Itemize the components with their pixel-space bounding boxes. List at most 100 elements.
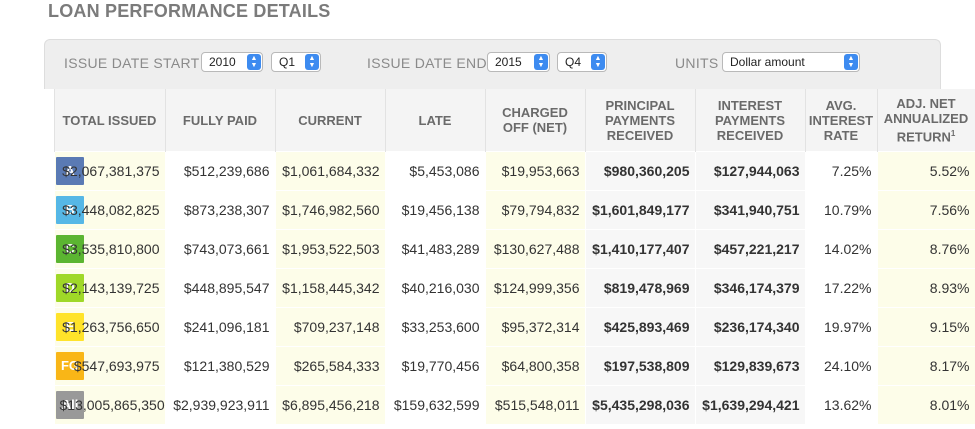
table-cell: 24.10% xyxy=(805,346,878,386)
table-cell: $1,746,982,560 xyxy=(275,190,386,230)
grade-column-header xyxy=(44,89,55,152)
grade-cell: FG xyxy=(44,346,84,386)
table-cell: $1,158,445,342 xyxy=(275,268,386,308)
table-cell: $425,893,469 xyxy=(585,307,696,347)
table-cell: 8.17% xyxy=(877,346,975,386)
table-cell: 8.01% xyxy=(877,385,975,424)
column-header: FULLY PAID xyxy=(165,89,276,152)
table-cell: 9.15% xyxy=(877,307,975,347)
end-year-select[interactable]: 2015 ▲ ▼ xyxy=(487,52,550,72)
grade-cell: C xyxy=(44,229,84,269)
column-header: INTEREST PAYMENTS RECEIVED xyxy=(695,89,806,152)
table-cell: $457,221,217 xyxy=(695,229,806,269)
table-cell: 13.62% xyxy=(805,385,878,424)
table-cell: $346,174,379 xyxy=(695,268,806,308)
table-row: E$1,263,756,650$241,096,181$709,237,148$… xyxy=(44,307,975,347)
table-row: A$2,067,381,375$512,239,686$1,061,684,33… xyxy=(44,151,975,191)
column-header: TOTAL ISSUED xyxy=(54,89,166,152)
table-row: B$3,448,082,825$873,238,307$1,746,982,56… xyxy=(44,190,975,230)
table-cell: $980,360,205 xyxy=(585,151,696,191)
select-arrows-icon: ▲ ▼ xyxy=(534,54,548,70)
table-header-row: TOTAL ISSUED FULLY PAID CURRENT LATE CHA… xyxy=(44,89,975,152)
table-cell: $236,174,340 xyxy=(695,307,806,347)
units-label: UNITS xyxy=(675,55,719,71)
loan-performance-table: TOTAL ISSUED FULLY PAID CURRENT LATE CHA… xyxy=(44,89,975,424)
table-cell: $41,483,289 xyxy=(385,229,486,269)
table-cell: $743,073,661 xyxy=(165,229,276,269)
grade-cell: E xyxy=(44,307,84,347)
table-cell: $79,794,832 xyxy=(485,190,586,230)
table-cell: $341,940,751 xyxy=(695,190,806,230)
table-row: All$13,005,865,350$2,939,923,911$6,895,4… xyxy=(44,385,975,424)
table-cell: $5,453,086 xyxy=(385,151,486,191)
table-cell: $512,239,686 xyxy=(165,151,276,191)
select-arrows-icon: ▲ ▼ xyxy=(305,54,319,70)
table-cell: $95,372,314 xyxy=(485,307,586,347)
table-cell: $197,538,809 xyxy=(585,346,696,386)
column-header-label: ADJ. NET ANNUALIZED RETURN xyxy=(883,95,969,145)
table-cell: 17.22% xyxy=(805,268,878,308)
table-cell: 8.76% xyxy=(877,229,975,269)
table-cell: $124,999,356 xyxy=(485,268,586,308)
table-cell: $19,456,138 xyxy=(385,190,486,230)
select-arrows-icon: ▲ ▼ xyxy=(844,54,858,70)
table-cell: 7.25% xyxy=(805,151,878,191)
grade-cell: All xyxy=(44,385,84,424)
select-arrows-icon: ▲ ▼ xyxy=(247,54,261,70)
table-cell: $5,435,298,036 xyxy=(585,385,696,424)
table-cell: $127,944,063 xyxy=(695,151,806,191)
start-year-select[interactable]: 2010 ▲ ▼ xyxy=(201,52,263,72)
column-header: LATE xyxy=(385,89,486,152)
table-cell: 5.52% xyxy=(877,151,975,191)
start-year-value: 2010 xyxy=(209,55,236,69)
end-quarter-value: Q4 xyxy=(565,55,582,69)
table-cell: $709,237,148 xyxy=(275,307,386,347)
table-cell: $1,061,684,332 xyxy=(275,151,386,191)
column-header: AVG. INTEREST RATE xyxy=(805,89,878,152)
page-title: LOAN PERFORMANCE DETAILS xyxy=(48,1,331,21)
table-cell: 7.56% xyxy=(877,190,975,230)
table-row: C$3,535,810,800$743,073,661$1,953,522,50… xyxy=(44,229,975,269)
table-cell: 8.93% xyxy=(877,268,975,308)
table-cell: $1,601,849,177 xyxy=(585,190,696,230)
table-cell: $515,548,011 xyxy=(485,385,586,424)
column-header: PRINCIPAL PAYMENTS RECEIVED xyxy=(585,89,696,152)
units-value: Dollar amount xyxy=(730,55,805,69)
grade-cell: B xyxy=(44,190,84,230)
table-cell: 19.97% xyxy=(805,307,878,347)
table-row: FG $547,693,975 $121,380,529 $265,584,333 $1… xyxy=(44,346,975,386)
start-quarter-value: Q1 xyxy=(279,55,296,69)
table-cell: $121,380,529 xyxy=(165,346,276,386)
grade-cell: A xyxy=(44,151,84,191)
table-cell: $19,953,663 xyxy=(485,151,586,191)
footnote-marker: 1 xyxy=(950,128,956,138)
table-cell: $64,800,358 xyxy=(485,346,586,386)
grade-cell: D xyxy=(44,268,84,308)
table-cell: $1,639,294,421 xyxy=(695,385,806,424)
table-cell: $40,216,030 xyxy=(385,268,486,308)
end-quarter-select[interactable]: Q4 ▲ ▼ xyxy=(557,52,607,72)
table-cell: $241,096,181 xyxy=(165,307,276,347)
issue-date-end-label: ISSUE DATE END xyxy=(367,55,487,71)
table-cell: $1,410,177,407 xyxy=(585,229,696,269)
table-cell: $265,584,333 xyxy=(275,346,386,386)
table-cell: $6,895,456,218 xyxy=(275,385,386,424)
filter-panel: ISSUE DATE START 2010 ▲ ▼ Q1 ▲ ▼ ISSUE DAT… xyxy=(44,39,941,90)
table-cell: $159,632,599 xyxy=(385,385,486,424)
select-arrows-icon: ▲ ▼ xyxy=(591,54,605,70)
start-quarter-select[interactable]: Q1 ▲ ▼ xyxy=(271,52,321,72)
column-header-adj-return: ADJ. NET ANNUALIZED RETURN1 xyxy=(877,89,975,152)
column-header: CURRENT xyxy=(275,89,386,152)
table-cell: 14.02% xyxy=(805,229,878,269)
table-cell: $130,627,488 xyxy=(485,229,586,269)
units-select[interactable]: Dollar amount ▲ ▼ xyxy=(722,52,860,72)
table-cell: $19,770,456 xyxy=(385,346,486,386)
table-cell: $33,253,600 xyxy=(385,307,486,347)
table-cell: $129,839,673 xyxy=(695,346,806,386)
table-cell: $2,939,923,911 xyxy=(165,385,276,424)
table-cell: $448,895,547 xyxy=(165,268,276,308)
table-cell: $873,238,307 xyxy=(165,190,276,230)
table-cell: 10.79% xyxy=(805,190,878,230)
table-row: D$2,143,139,725$448,895,547$1,158,445,34… xyxy=(44,268,975,308)
end-year-value: 2015 xyxy=(495,55,522,69)
